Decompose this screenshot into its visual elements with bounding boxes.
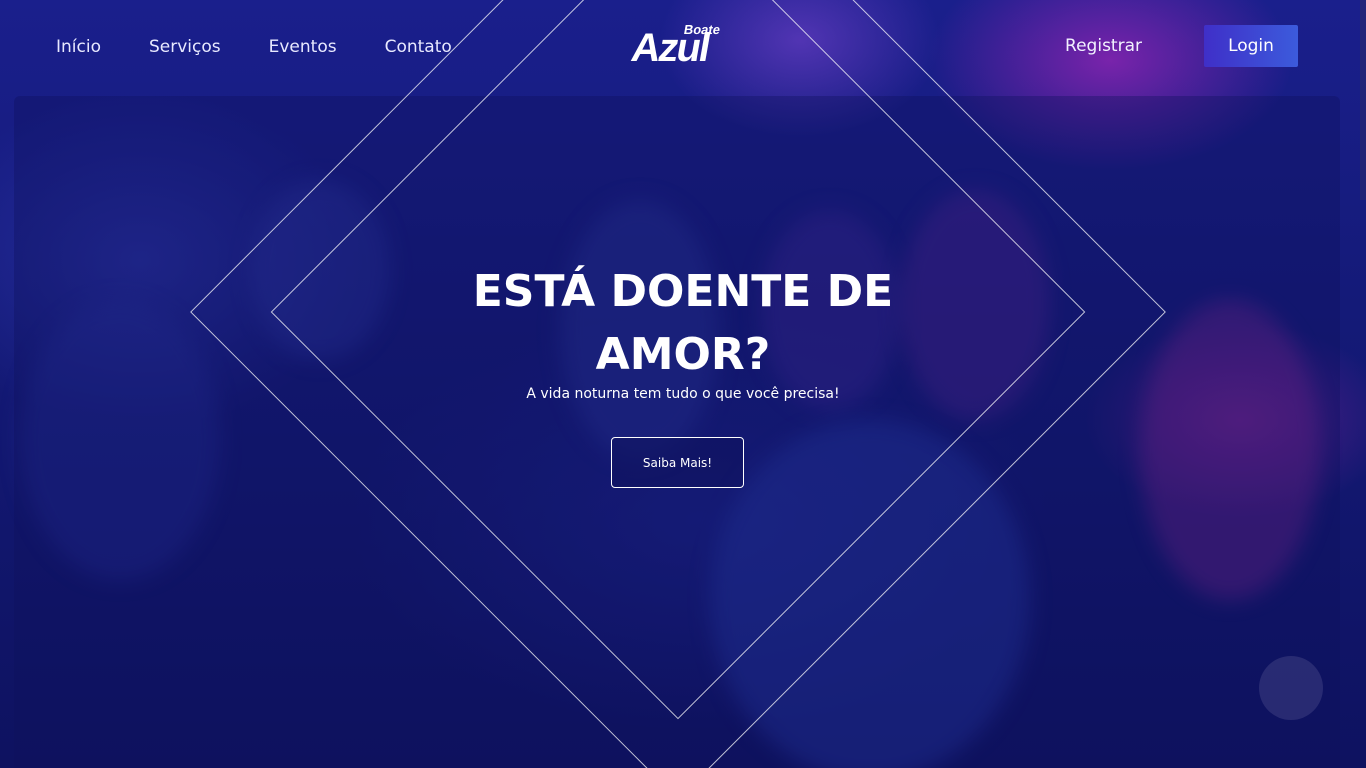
main-nav: Início Serviços Eventos Contato	[56, 36, 452, 58]
register-link[interactable]: Registrar	[1065, 36, 1142, 56]
logo[interactable]: Boate Azul	[628, 22, 726, 72]
logo-text-big: Azul	[628, 26, 713, 70]
account-nav: Registrar Login	[1065, 25, 1298, 67]
floating-action-circle[interactable]	[1259, 656, 1323, 720]
nav-link-eventos[interactable]: Eventos	[269, 36, 337, 58]
hero-subtitle: A vida noturna tem tudo o que você preci…	[526, 386, 840, 402]
scrollbar-thumb[interactable]	[1360, 0, 1366, 200]
learn-more-button[interactable]: Saiba Mais!	[611, 437, 744, 488]
hero-title: ESTÁ DOENTE DE AMOR?	[472, 266, 894, 380]
nav-link-inicio[interactable]: Início	[56, 36, 101, 58]
hero-section: Início Serviços Eventos Contato Boate Az…	[0, 0, 1366, 768]
nav-link-servicos[interactable]: Serviços	[149, 36, 221, 58]
login-button[interactable]: Login	[1204, 25, 1298, 67]
nav-link-contato[interactable]: Contato	[385, 36, 452, 58]
